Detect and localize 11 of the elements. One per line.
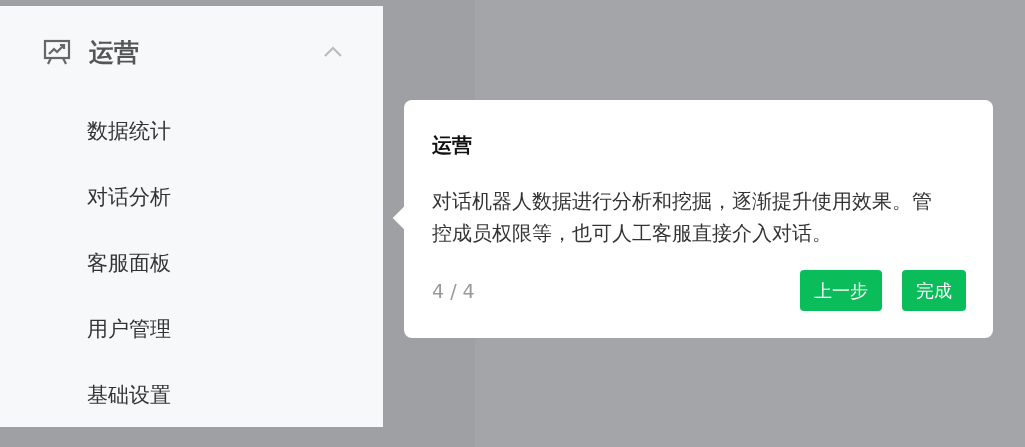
menu-item[interactable]: 对话分析	[0, 164, 175, 230]
popover-description: 对话机器人数据进行分析和挖掘，逐渐提升使用效果。管控成员权限等，也可人工客服直接介入对话。	[432, 188, 933, 247]
menu-item[interactable]: 客服面板	[0, 230, 175, 296]
step-counter: 4 / 4	[432, 279, 475, 302]
menu-item[interactable]: 数据统计	[0, 98, 175, 164]
menu-item[interactable]: 用户管理	[0, 296, 175, 362]
menu-group-header[interactable]: 运营	[0, 6, 383, 98]
chevron-icon	[323, 46, 343, 58]
menu-item[interactable]: 基础设置	[0, 362, 175, 428]
chart-board-icon	[43, 38, 71, 66]
popover-title: 运营	[432, 132, 472, 159]
